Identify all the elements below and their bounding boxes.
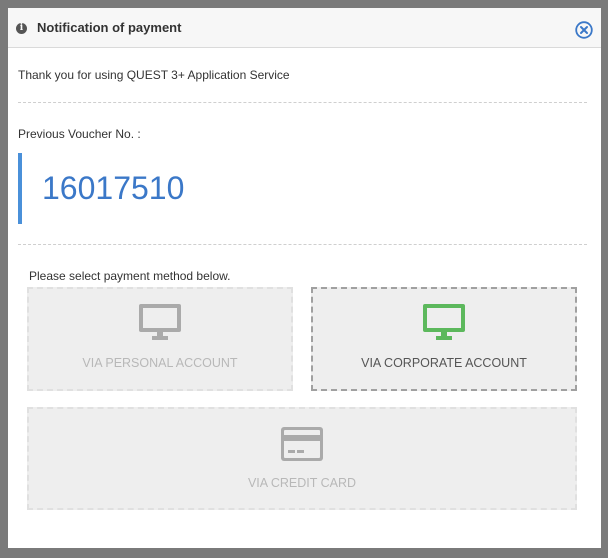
divider <box>18 244 587 245</box>
payment-notification-dialog: i Notification of payment Thank you for … <box>8 8 601 548</box>
divider <box>18 102 587 103</box>
voucher-label: Previous Voucher No. : <box>18 127 141 141</box>
voucher-number: 16017510 <box>42 170 185 206</box>
select-payment-label: Please select payment method below. <box>29 269 231 283</box>
credit-card-icon <box>281 427 323 461</box>
personal-account-option[interactable]: VIA PERSONAL ACCOUNT <box>27 287 293 391</box>
personal-account-label: VIA PERSONAL ACCOUNT <box>82 356 238 370</box>
corporate-account-label: VIA CORPORATE ACCOUNT <box>361 356 527 370</box>
info-icon: i <box>16 23 27 34</box>
dialog-header: i Notification of payment <box>8 8 601 48</box>
close-icon[interactable] <box>575 21 593 39</box>
dialog-title: Notification of payment <box>37 20 182 35</box>
monitor-icon <box>139 304 181 340</box>
corporate-account-option[interactable]: VIA CORPORATE ACCOUNT <box>311 287 577 391</box>
dialog-content: Thank you for using QUEST 3+ Application… <box>8 68 601 510</box>
thanks-message: Thank you for using QUEST 3+ Application… <box>18 68 290 82</box>
credit-card-option[interactable]: VIA CREDIT CARD <box>27 407 577 510</box>
credit-card-label: VIA CREDIT CARD <box>247 476 357 490</box>
monitor-icon <box>423 304 465 340</box>
voucher-block: 16017510 <box>18 153 587 224</box>
